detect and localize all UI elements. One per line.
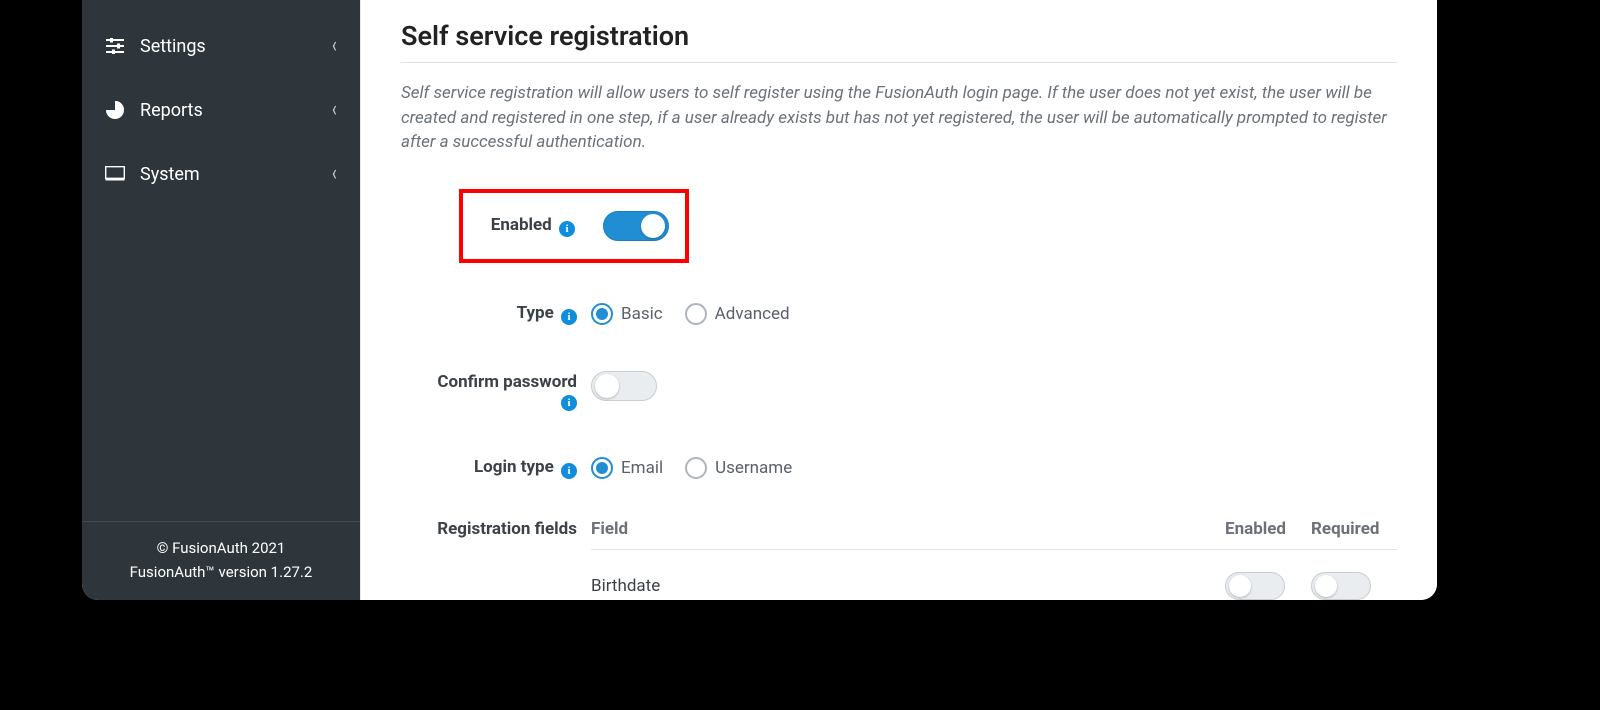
page-title: Self service registration bbox=[401, 20, 1397, 63]
info-icon[interactable]: i bbox=[561, 395, 577, 411]
sidebar-item-settings[interactable]: Settings ‹ bbox=[82, 14, 360, 78]
enabled-label: Enabled i bbox=[491, 215, 575, 237]
registration-fields-label: Registration fields bbox=[401, 519, 591, 539]
chevron-left-icon: ‹ bbox=[332, 99, 337, 121]
chevron-left-icon: ‹ bbox=[332, 163, 337, 185]
header-field: Field bbox=[591, 519, 1225, 539]
info-icon[interactable]: i bbox=[561, 309, 577, 325]
field-name: Birthdate bbox=[591, 576, 1225, 596]
header-required: Required bbox=[1311, 519, 1397, 539]
type-radio-group: Basic Advanced bbox=[591, 303, 1397, 325]
copyright-text: © FusionAuth 2021 bbox=[92, 536, 350, 560]
sidebar-items: Settings ‹ Reports ‹ bbox=[82, 0, 360, 521]
app-window: Settings ‹ Reports ‹ bbox=[82, 0, 1437, 600]
sidebar-item-label: System bbox=[140, 164, 200, 185]
info-icon[interactable]: i bbox=[559, 221, 575, 237]
table-header: Field Enabled Required bbox=[591, 519, 1397, 550]
radio-type-basic[interactable]: Basic bbox=[591, 303, 663, 325]
sidebar-item-label: Settings bbox=[140, 36, 206, 57]
row-type: Type i Basic Advanced bbox=[401, 303, 1397, 325]
enabled-toggle[interactable] bbox=[603, 211, 669, 241]
confirm-password-label: Confirm password i bbox=[401, 371, 591, 411]
confirm-password-toggle[interactable] bbox=[591, 371, 657, 401]
row-registration-fields: Registration fields Field Enabled Requir… bbox=[401, 519, 1397, 600]
login-type-label: Login type i bbox=[401, 457, 591, 479]
sidebar: Settings ‹ Reports ‹ bbox=[82, 0, 360, 600]
enabled-highlight-box: Enabled i bbox=[459, 189, 689, 263]
sidebar-footer: © FusionAuth 2021 FusionAuth™ version 1.… bbox=[82, 521, 360, 600]
sidebar-item-system[interactable]: System ‹ bbox=[82, 142, 360, 206]
field-enabled-toggle[interactable] bbox=[1225, 572, 1285, 600]
radio-dot-icon bbox=[685, 303, 707, 325]
pie-chart-icon bbox=[104, 101, 126, 119]
type-label: Type i bbox=[401, 303, 591, 325]
header-enabled: Enabled bbox=[1225, 519, 1311, 539]
radio-login-email[interactable]: Email bbox=[591, 457, 663, 479]
monitor-icon bbox=[104, 166, 126, 182]
radio-type-advanced[interactable]: Advanced bbox=[685, 303, 790, 325]
info-icon[interactable]: i bbox=[561, 463, 577, 479]
row-confirm-password: Confirm password i bbox=[401, 371, 1397, 411]
login-type-radio-group: Email Username bbox=[591, 457, 1397, 479]
sidebar-item-label: Reports bbox=[140, 100, 203, 121]
radio-login-username[interactable]: Username bbox=[685, 457, 792, 479]
main-content: Self service registration Self service r… bbox=[360, 0, 1437, 600]
row-enabled: Enabled i bbox=[401, 189, 1397, 263]
field-required-toggle[interactable] bbox=[1311, 572, 1371, 600]
radio-dot-icon bbox=[685, 457, 707, 479]
registration-fields-table: Field Enabled Required Birthdate bbox=[591, 519, 1397, 600]
version-text: FusionAuth™ version 1.27.2 bbox=[92, 560, 350, 584]
sliders-icon bbox=[104, 38, 126, 54]
sidebar-item-reports[interactable]: Reports ‹ bbox=[82, 78, 360, 142]
row-login-type: Login type i Email Username bbox=[401, 457, 1397, 479]
radio-dot-icon bbox=[591, 457, 613, 479]
chevron-left-icon: ‹ bbox=[332, 35, 337, 57]
radio-dot-icon bbox=[591, 303, 613, 325]
table-row: Birthdate bbox=[591, 550, 1397, 600]
section-description: Self service registration will allow use… bbox=[401, 81, 1397, 155]
